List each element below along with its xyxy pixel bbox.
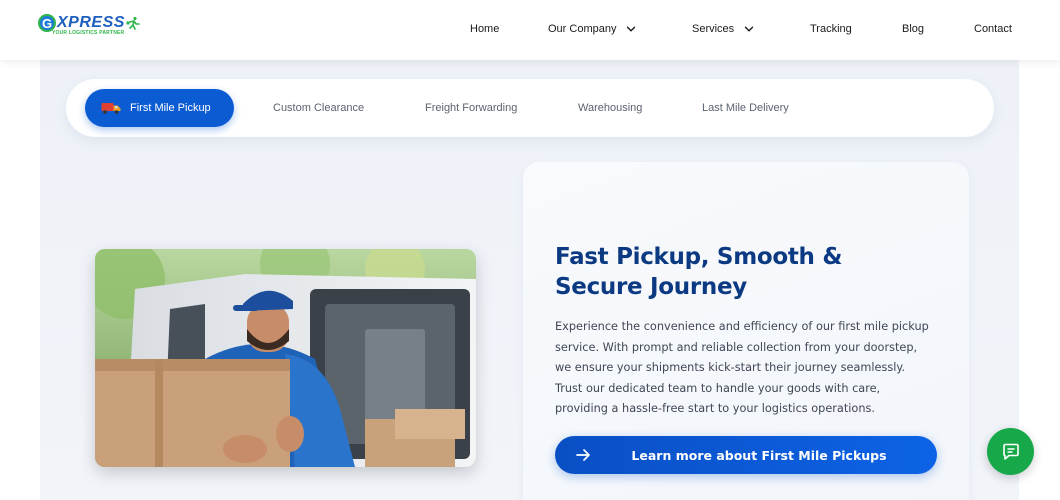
tab-first-mile-pickup-label: First Mile Pickup [130,102,211,114]
tab-warehousing-label: Warehousing [578,102,643,114]
chevron-down-icon [744,26,754,32]
chevron-down-icon [627,26,636,32]
delivery-illustration [95,249,476,467]
nav-contact-label: Contact [974,23,1012,35]
learn-more-label: Learn more about First Mile Pickups [631,447,887,463]
nav-home-label: Home [470,23,500,35]
chat-bubble-icon [1002,443,1019,460]
delivery-man-photo [95,249,476,467]
tab-freight-forwarding-label: Freight Forwarding [425,102,518,114]
nav-tracking[interactable]: Tracking [810,23,852,35]
tab-last-mile-delivery-label: Last Mile Delivery [702,102,789,114]
service-tabs: First Mile Pickup Custom Clearance Freig… [66,79,994,137]
tab-custom-clearance[interactable]: Custom Clearance [273,79,364,137]
truck-icon [101,103,121,114]
nav-tracking-label: Tracking [810,23,852,35]
nav-our-company[interactable]: Our Company [548,23,636,35]
site-header: G XPRESS YOUR LOGISTICS PARTNER Home Our… [0,0,1060,60]
tab-custom-clearance-label: Custom Clearance [273,102,365,114]
tab-last-mile-delivery[interactable]: Last Mile Delivery [702,79,789,137]
tab-warehousing[interactable]: Warehousing [578,79,642,137]
chat-button[interactable] [987,428,1034,475]
main-nav: Home Our Company Services Tracking Blog … [0,0,1060,60]
service-content-card: Fast Pickup, Smooth & Secure Journey Exp… [523,162,969,500]
nav-home[interactable]: Home [470,23,499,35]
nav-blog[interactable]: Blog [902,23,924,35]
tab-first-mile-pickup[interactable]: First Mile Pickup [85,89,234,127]
nav-our-company-label: Our Company [548,23,617,35]
service-description: Experience the convenience and efficienc… [555,320,929,415]
nav-services[interactable]: Services [692,23,754,35]
learn-more-button[interactable]: Learn more about First Mile Pickups [555,436,937,474]
service-title: Fast Pickup, Smooth & Secure Journey [555,244,843,300]
nav-blog-label: Blog [902,23,925,35]
tab-freight-forwarding[interactable]: Freight Forwarding [425,79,517,137]
nav-contact[interactable]: Contact [974,23,1012,35]
nav-services-label: Services [692,23,735,35]
